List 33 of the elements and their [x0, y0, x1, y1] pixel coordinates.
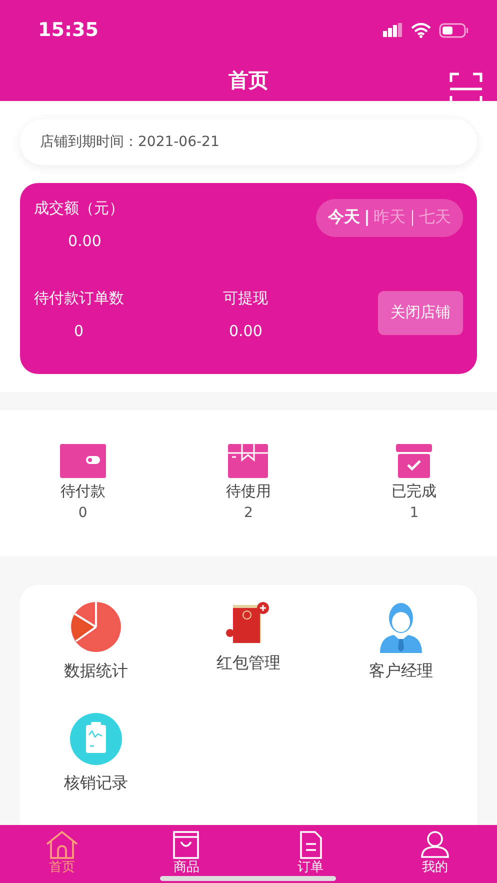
tab-item[interactable]: 首页 — [0, 824, 124, 883]
home-icon — [45, 830, 80, 860]
order-status-item[interactable]: 待付款 0 — [0, 444, 166, 522]
pending-orders-label: 待付款订单数 — [34, 288, 125, 308]
order-status-item[interactable]: 待使用 2 — [166, 444, 332, 522]
turnover-value: 0.00 — [68, 232, 102, 250]
businessman-icon — [378, 600, 424, 653]
clipboard-icon — [70, 712, 122, 765]
expiry-date-text: 店铺到期时间：2021-06-21 — [20, 118, 477, 165]
withdrawable-label: 可提现 — [223, 288, 269, 308]
tool-item[interactable]: 红包管理 — [172, 600, 325, 713]
pie-chart-icon — [70, 600, 122, 653]
pending-orders-value: 0 — [74, 322, 84, 340]
withdrawable-value: 0.00 — [229, 322, 262, 340]
order-status-item[interactable]: 已完成 1 — [331, 444, 497, 522]
page-title: 首页 — [228, 66, 268, 94]
tool-item[interactable]: 客户经理 — [324, 600, 477, 713]
envelope-icon — [225, 600, 272, 645]
wifi-icon — [411, 22, 431, 38]
tab-item[interactable]: 我的 — [372, 824, 497, 883]
close-shop-button[interactable]: 关闭店铺 — [378, 290, 463, 335]
period-tab[interactable]: 今天 — [328, 207, 360, 228]
battery-icon — [439, 22, 469, 38]
wallet-icon — [60, 444, 106, 478]
turnover-label: 成交额（元） — [34, 198, 125, 218]
tool-item[interactable]: 数据统计 — [20, 600, 172, 713]
signal-icon — [383, 23, 403, 37]
archive-check-icon — [396, 444, 432, 478]
tool-item[interactable]: 核销记录 — [20, 712, 172, 825]
tab-item[interactable]: 订单 — [248, 824, 373, 883]
tab-item[interactable]: 商品 — [124, 824, 248, 883]
status-time: 15:35 — [38, 19, 98, 41]
box-icon — [228, 444, 268, 478]
